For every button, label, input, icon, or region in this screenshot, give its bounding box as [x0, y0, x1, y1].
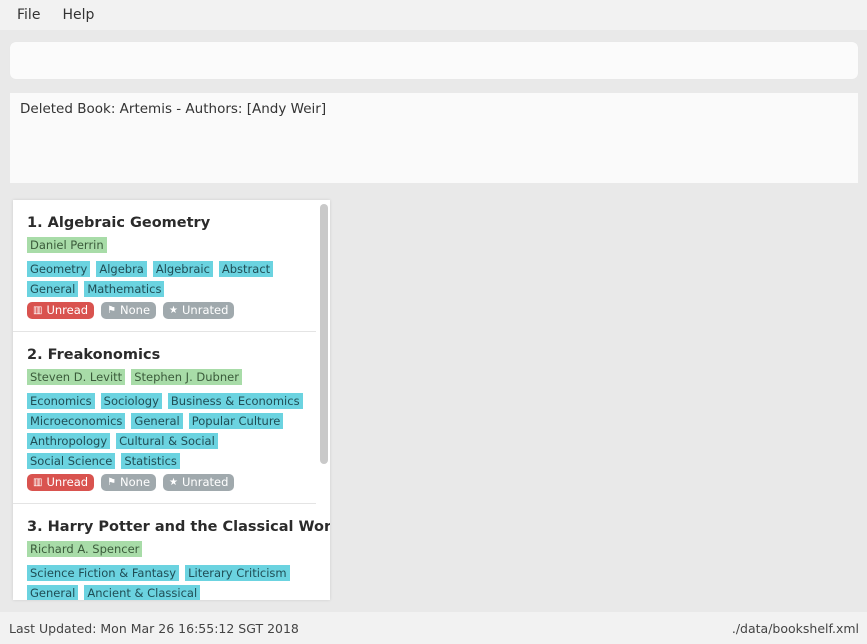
category-tag: Anthropology: [27, 433, 111, 449]
book-icon: ▥: [33, 305, 43, 316]
category-tag: General: [131, 413, 183, 429]
book-card[interactable]: 3. Harry Potter and the Classical World …: [13, 504, 330, 600]
author-tag: Steven D. Levitt: [27, 369, 126, 385]
star-icon: ★: [169, 477, 179, 488]
book-title: 3. Harry Potter and the Classical World: [27, 519, 330, 535]
category-tag: Abstract: [218, 261, 274, 277]
status-label: Unread: [46, 475, 89, 489]
category-tag: Sociology: [100, 393, 162, 409]
result-display: Deleted Book: Artemis - Authors: [Andy W…: [10, 93, 858, 183]
flag-icon: ⚑: [107, 477, 117, 488]
status-badge: ▥ Unread: [27, 474, 95, 491]
rating-label: Unrated: [182, 475, 229, 489]
category-tag: General: [27, 585, 79, 600]
book-title: 1. Algebraic Geometry: [27, 215, 211, 231]
rating-badge: ★ Unrated: [163, 474, 235, 491]
status-bar: Last Updated: Mon Mar 26 16:55:12 SGT 20…: [0, 612, 867, 644]
book-card[interactable]: 1. Algebraic Geometry Daniel Perrin Geom…: [13, 200, 316, 332]
category-tag: Literary Criticism: [185, 565, 290, 581]
book-card[interactable]: 2. Freakonomics Steven D. Levitt Stephen…: [13, 332, 316, 504]
last-updated-text: Last Updated: Mon Mar 26 16:55:12 SGT 20…: [9, 620, 299, 636]
category-tag: Economics: [27, 393, 95, 409]
command-input[interactable]: [10, 42, 858, 79]
menu-file[interactable]: File: [6, 0, 51, 30]
priority-badge: ⚑ None: [101, 474, 157, 491]
category-tag: Algebra: [96, 261, 147, 277]
category-tag: Cultural & Social: [116, 433, 218, 449]
status-label: Unread: [46, 303, 89, 317]
file-path-text: ./data/bookshelf.xml: [731, 620, 859, 636]
rating-badge: ★ Unrated: [163, 302, 235, 319]
book-title: 2. Freakonomics: [27, 347, 161, 363]
category-tag: Business & Economics: [167, 393, 303, 409]
category-tag: Ancient & Classical: [84, 585, 201, 600]
book-icon: ▥: [33, 477, 43, 488]
category-tag: Microeconomics: [27, 413, 126, 429]
book-list-panel[interactable]: 1. Algebraic Geometry Daniel Perrin Geom…: [13, 200, 330, 600]
star-icon: ★: [169, 305, 179, 316]
priority-badge: ⚑ None: [101, 302, 157, 319]
category-tag: Statistics: [121, 453, 180, 469]
category-tag: Geometry: [27, 261, 91, 277]
flag-icon: ⚑: [107, 305, 117, 316]
menu-help[interactable]: Help: [51, 0, 105, 30]
category-tag: Social Science: [27, 453, 116, 469]
category-tag: Science Fiction & Fantasy: [27, 565, 180, 581]
author-tag: Richard A. Spencer: [27, 541, 143, 557]
author-tag: Stephen J. Dubner: [131, 369, 242, 385]
status-badge: ▥ Unread: [27, 302, 95, 319]
priority-label: None: [120, 475, 151, 489]
menu-bar: File Help: [0, 0, 867, 30]
category-tag: Popular Culture: [188, 413, 284, 429]
priority-label: None: [120, 303, 151, 317]
result-message: Deleted Book: Artemis - Authors: [Andy W…: [20, 101, 327, 117]
category-tag: Mathematics: [84, 281, 165, 297]
rating-label: Unrated: [182, 303, 229, 317]
author-tag: Daniel Perrin: [27, 237, 107, 253]
category-tag: Algebraic: [152, 261, 213, 277]
category-tag: General: [27, 281, 79, 297]
list-scrollbar[interactable]: [320, 204, 328, 464]
